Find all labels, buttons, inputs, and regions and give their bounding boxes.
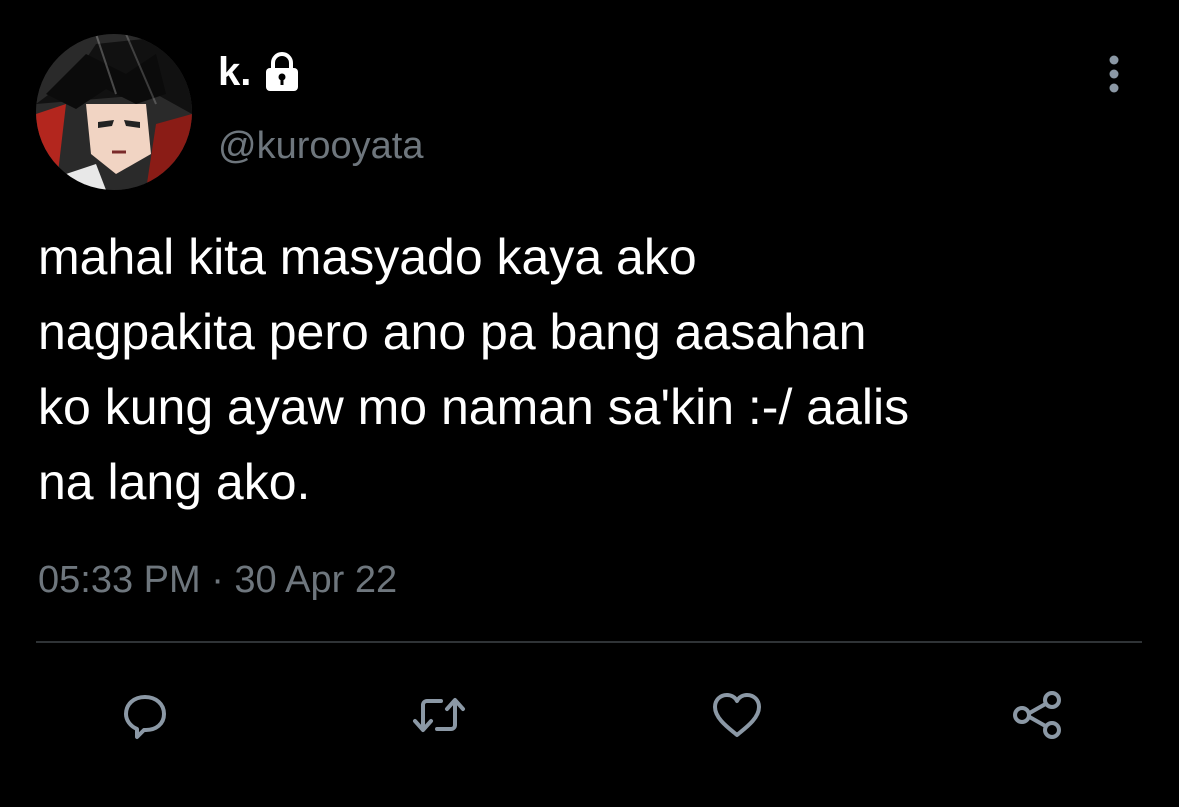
lock-icon	[261, 51, 303, 93]
avatar[interactable]	[36, 34, 192, 190]
more-vertical-icon	[1109, 55, 1119, 93]
tweet-card: k. @kurooyata mahal kita masyado kaya ak…	[0, 0, 1179, 807]
tweet-timestamp[interactable]: 05:33 PM · 30 Apr 22	[38, 555, 397, 605]
share-button[interactable]	[1002, 680, 1072, 750]
retweet-icon	[413, 698, 465, 732]
user-handle[interactable]: @kurooyata	[218, 122, 423, 170]
tweet-text: mahal kita masyado kaya ako nagpakita pe…	[38, 229, 910, 510]
like-button[interactable]	[702, 680, 772, 750]
reply-button[interactable]	[110, 680, 180, 750]
action-bar	[0, 680, 1179, 750]
display-name-row: k.	[218, 48, 303, 96]
reply-icon	[124, 695, 166, 739]
display-name[interactable]: k.	[218, 48, 251, 96]
heart-icon	[713, 693, 761, 737]
share-icon	[1013, 691, 1061, 739]
retweet-button[interactable]	[404, 680, 474, 750]
divider	[36, 641, 1142, 643]
more-options-button[interactable]	[1092, 52, 1136, 96]
avatar-image	[36, 34, 192, 190]
